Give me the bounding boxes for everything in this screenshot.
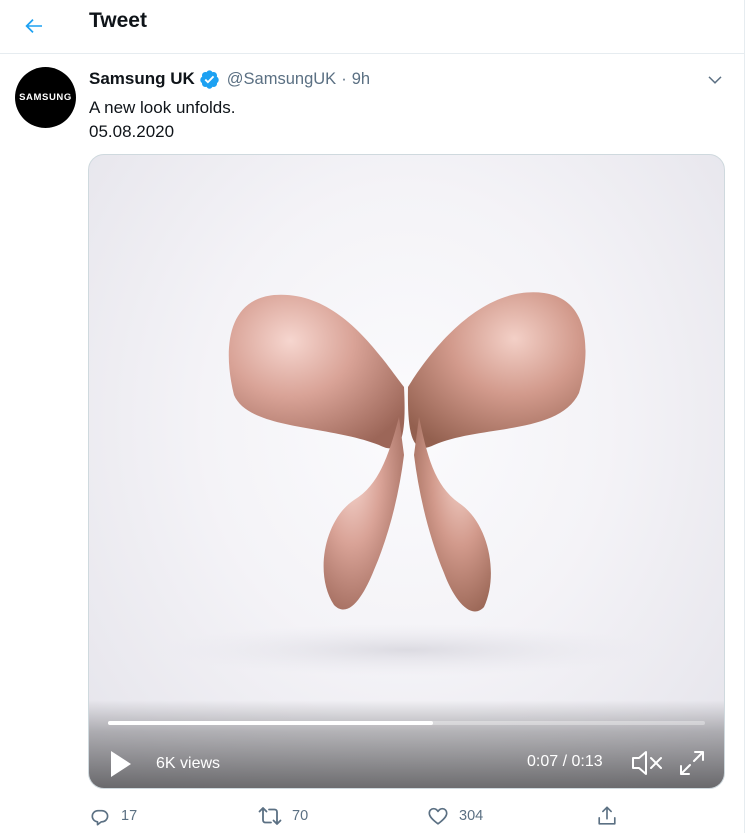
page-title: Tweet	[89, 9, 147, 32]
butterfly-video-frame	[157, 292, 657, 676]
play-button[interactable]	[107, 749, 135, 779]
share-icon	[598, 806, 616, 825]
user-handle[interactable]: @SamsungUK	[227, 70, 336, 89]
retweet-button[interactable]: 70	[258, 800, 308, 832]
tweet-time[interactable]: 9h	[352, 70, 370, 89]
speaker-muted-icon	[632, 751, 662, 775]
verified-badge-icon	[199, 69, 220, 90]
tweet-text-line: A new look unfolds.	[89, 98, 236, 117]
tweet-date-line: 05.08.2020	[89, 122, 175, 141]
top-header: Tweet	[0, 0, 745, 54]
avatar[interactable]: SAMSUNG	[15, 67, 76, 128]
play-icon	[111, 751, 131, 777]
video-timecode: 0:07 / 0:13	[527, 753, 603, 770]
chevron-down-icon	[708, 76, 722, 84]
heart-icon	[428, 807, 448, 825]
video-progress-bar[interactable]	[108, 721, 705, 725]
share-button[interactable]	[596, 800, 618, 832]
separator-dot: ·	[341, 69, 347, 88]
display-name[interactable]: Samsung UK	[89, 69, 195, 89]
reply-count: 17	[121, 808, 138, 824]
fullscreen-button[interactable]	[676, 747, 708, 779]
fullscreen-icon	[680, 751, 704, 775]
like-count: 304	[459, 808, 484, 824]
reply-icon	[91, 809, 109, 826]
tweet-meta: Samsung UK @SamsungUK · 9h	[89, 68, 370, 90]
arrow-left-icon	[25, 19, 42, 33]
reply-button[interactable]: 17	[89, 800, 137, 832]
column-divider	[744, 0, 745, 833]
tweet-actions: 17 70 304	[0, 800, 745, 833]
video-progress-fill	[108, 721, 434, 725]
retweet-count: 70	[292, 808, 309, 824]
retweet-icon	[258, 807, 282, 825]
avatar-logo-text: SAMSUNG	[19, 92, 72, 103]
view-count: 6K views	[156, 755, 221, 772]
like-button[interactable]: 304	[427, 800, 483, 832]
tweet-text: A new look unfolds. 05.08.2020	[89, 96, 235, 144]
mute-button[interactable]	[630, 747, 664, 779]
more-options-button[interactable]	[702, 68, 728, 92]
back-button[interactable]	[14, 6, 54, 46]
video-player[interactable]: 6K views 0:07 / 0:13	[88, 154, 725, 789]
